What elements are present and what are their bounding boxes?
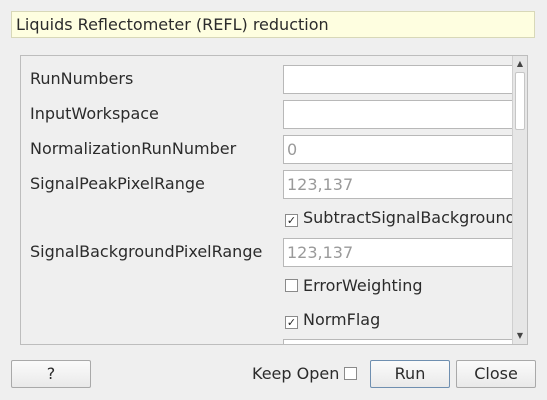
unchecked-checkbox-icon: [344, 367, 358, 380]
checked-checkbox-icon: ✓: [285, 214, 298, 227]
subtract-signal-background-label: SubtractSignalBackground: [303, 208, 516, 227]
checked-checkbox-icon: ✓: [285, 316, 298, 329]
input-workspace-label: InputWorkspace: [30, 104, 159, 123]
run-numbers-label: RunNumbers: [30, 69, 134, 88]
keep-open-checkbox[interactable]: Keep Open: [252, 360, 358, 388]
scroll-down-icon[interactable]: ▼: [513, 329, 527, 343]
error-weighting-checkbox[interactable]: ErrorWeighting: [285, 274, 422, 298]
scrollbar-thumb[interactable]: [515, 72, 525, 130]
help-button[interactable]: ?: [11, 360, 91, 388]
dialog-title: Liquids Reflectometer (REFL) reduction: [11, 11, 535, 38]
norm-flag-checkbox[interactable]: ✓ NormFlag: [285, 308, 380, 332]
error-weighting-label: ErrorWeighting: [303, 276, 423, 295]
normalization-run-number-label: NormalizationRunNumber: [30, 139, 237, 158]
vertical-scrollbar[interactable]: ▲ ▼: [512, 56, 527, 344]
properties-scroll-area[interactable]: RunNumbers InputWorkspace NormalizationR…: [20, 55, 528, 345]
norm-flag-label: NormFlag: [303, 310, 381, 329]
close-button[interactable]: Close: [456, 360, 536, 388]
scroll-up-icon[interactable]: ▲: [513, 57, 527, 71]
signal-background-pixel-range-label: SignalBackgroundPixelRange: [30, 242, 263, 261]
signal-peak-pixel-range-label: SignalPeakPixelRange: [30, 174, 205, 193]
unchecked-checkbox-icon: [285, 279, 298, 292]
normalization-run-number-input[interactable]: 0: [283, 135, 523, 164]
signal-peak-pixel-range-input[interactable]: 123,137: [283, 170, 523, 199]
signal-background-pixel-range-input[interactable]: 123,137: [283, 238, 523, 267]
next-property-input[interactable]: [283, 339, 523, 344]
run-button[interactable]: Run: [370, 360, 450, 388]
input-workspace-input[interactable]: [283, 100, 523, 129]
subtract-signal-background-checkbox[interactable]: ✓ SubtractSignalBackground: [285, 206, 516, 230]
keep-open-label: Keep Open: [252, 364, 340, 383]
run-numbers-input[interactable]: [283, 65, 523, 94]
